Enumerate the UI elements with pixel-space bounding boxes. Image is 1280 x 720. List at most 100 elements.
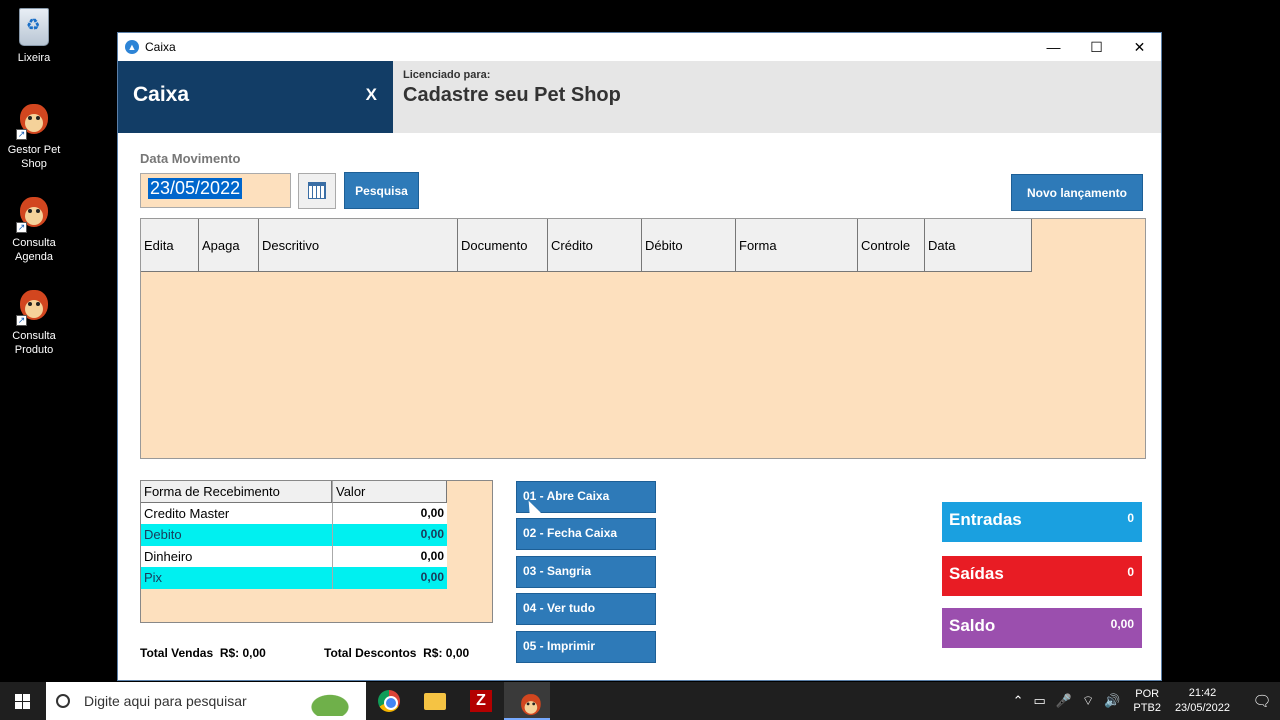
desktop-icon-label: Lixeira xyxy=(17,52,51,64)
taskbar-filezilla[interactable]: Z xyxy=(458,682,504,720)
caixa-window: ▲ Caixa — ☐ ✕ Caixa X Licenciado para: C… xyxy=(117,32,1162,681)
desktop-icon-lixeira[interactable]: Lixeira xyxy=(4,8,64,65)
column-header-descritivo[interactable]: Descritivo xyxy=(259,219,458,272)
total-vendas-value: R$: 0,00 xyxy=(219,646,266,660)
desktop-icon-gestor-pet-shop[interactable]: ↗ Gestor Pet Shop xyxy=(4,100,64,171)
print-button[interactable]: 05 - Imprimir xyxy=(516,631,656,663)
search-highlight-image xyxy=(298,686,362,716)
column-header-valor[interactable]: Valor xyxy=(332,481,447,503)
saidas-card: Saídas 0 xyxy=(942,556,1142,596)
desktop-icon-label: Consulta Agenda xyxy=(12,237,56,263)
desktop-icon-label: Gestor Pet Shop xyxy=(7,144,61,170)
desktop-icon-consulta-produto[interactable]: ↗ Consulta Produto xyxy=(4,286,64,357)
taskbar-file-explorer[interactable] xyxy=(412,682,458,720)
column-header-forma-recebimento[interactable]: Forma de Recebimento xyxy=(141,481,332,503)
calendar-button[interactable] xyxy=(298,173,336,209)
receipt-value: 0,00 xyxy=(332,502,447,525)
pet-shop-app-icon xyxy=(518,691,541,716)
saidas-value: 0 xyxy=(1127,565,1134,579)
column-header-credito[interactable]: Crédito xyxy=(548,219,642,272)
movements-grid[interactable]: Edita Apaga Descritivo Documento Crédito… xyxy=(140,218,1146,459)
windows-logo-icon xyxy=(15,694,30,709)
start-button[interactable] xyxy=(0,682,46,720)
receipt-method: Dinheiro xyxy=(144,548,193,564)
system-tray: ⌃ ▭ 🎤 ⌔ 🔊 POR PTB2 21:42 23/05/2022 🗨 xyxy=(1008,686,1280,716)
view-all-button[interactable]: 04 - Ver tudo xyxy=(516,593,656,625)
receipt-method: Debito xyxy=(144,527,182,543)
receipt-value: 0,00 xyxy=(332,545,447,568)
window-title: Caixa xyxy=(145,40,176,54)
column-header-controle[interactable]: Controle xyxy=(858,219,925,272)
column-header-documento[interactable]: Documento xyxy=(458,219,548,272)
table-row[interactable]: Credito Master 0,00 xyxy=(141,502,447,525)
column-header-edita[interactable]: Edita xyxy=(141,219,199,272)
saidas-label: Saídas xyxy=(949,564,1004,583)
receipts-panel: Forma de Recebimento Valor Credito Maste… xyxy=(140,480,493,623)
total-descontos: Total Descontos R$: 0,00 xyxy=(324,646,469,660)
minimize-button[interactable]: — xyxy=(1032,33,1075,61)
total-descontos-value: R$: 0,00 xyxy=(423,646,470,660)
desktop-icon-label: Consulta Produto xyxy=(12,330,56,356)
battery-icon[interactable]: ▭ xyxy=(1034,693,1046,709)
total-vendas: Total Vendas R$: 0,00 xyxy=(140,646,266,660)
notifications-icon[interactable]: 🗨 xyxy=(1244,692,1280,710)
calendar-icon xyxy=(308,182,326,199)
pet-shop-app-icon: ↗ xyxy=(16,100,52,140)
license-name: Cadastre seu Pet Shop xyxy=(403,84,621,106)
microphone-icon[interactable]: 🎤 xyxy=(1056,693,1072,709)
window-titlebar[interactable]: ▲ Caixa — ☐ ✕ xyxy=(118,33,1161,61)
clock-time: 21:42 xyxy=(1188,687,1217,699)
license-panel: Licenciado para: Cadastre seu Pet Shop xyxy=(393,61,1161,133)
close-form-button[interactable]: X xyxy=(366,85,377,105)
chrome-icon xyxy=(378,690,400,712)
entradas-label: Entradas xyxy=(949,510,1022,529)
table-row[interactable]: Pix 0,00 xyxy=(141,567,447,589)
saldo-card: Saldo 0,00 xyxy=(942,608,1142,648)
saldo-value: 0,00 xyxy=(1110,617,1134,631)
total-descontos-label: Total Descontos xyxy=(324,646,417,660)
close-window-button[interactable]: ✕ xyxy=(1118,33,1161,61)
receipt-method: Credito Master xyxy=(144,505,230,521)
entradas-card: Entradas 0 xyxy=(942,502,1142,542)
column-header-debito[interactable]: Débito xyxy=(642,219,736,272)
close-cash-button[interactable]: 02 - Fecha Caixa xyxy=(516,518,656,550)
taskbar-chrome[interactable] xyxy=(366,682,412,720)
clock[interactable]: 21:42 23/05/2022 xyxy=(1175,686,1230,716)
clock-date: 23/05/2022 xyxy=(1174,702,1230,714)
search-placeholder: Digite aqui para pesquisar xyxy=(84,693,247,709)
desktop-icon-consulta-agenda[interactable]: ↗ Consulta Agenda xyxy=(4,193,64,264)
filezilla-icon: Z xyxy=(470,690,492,712)
maximize-button[interactable]: ☐ xyxy=(1075,33,1118,61)
taskbar-search[interactable]: Digite aqui para pesquisar xyxy=(46,682,366,720)
column-header-data[interactable]: Data xyxy=(925,219,1032,272)
language-indicator[interactable]: POR PTB2 xyxy=(1133,687,1161,715)
search-button[interactable]: Pesquisa xyxy=(344,172,419,209)
taskbar-pet-shop[interactable] xyxy=(504,682,550,720)
receipt-method: Pix xyxy=(144,570,163,586)
language-line1: POR xyxy=(1135,688,1160,700)
app-icon: ▲ xyxy=(125,40,139,54)
date-value: 23/05/2022 xyxy=(148,178,243,199)
pet-shop-app-icon: ↗ xyxy=(16,193,52,233)
folder-icon xyxy=(424,693,446,710)
receipts-table[interactable]: Forma de Recebimento Valor Credito Maste… xyxy=(141,481,447,589)
grid-header: Edita Apaga Descritivo Documento Crédito… xyxy=(141,219,1145,272)
column-header-apaga[interactable]: Apaga xyxy=(199,219,259,272)
app-header: Caixa X Licenciado para: Cadastre seu Pe… xyxy=(118,61,1161,133)
network-icon[interactable]: ⌔ xyxy=(1082,693,1094,709)
receipt-value: 0,00 xyxy=(332,524,447,546)
page-title: Caixa xyxy=(133,83,190,106)
sangria-button[interactable]: 03 - Sangria xyxy=(516,556,656,588)
table-row[interactable]: Dinheiro 0,00 xyxy=(141,545,447,568)
receipts-header: Forma de Recebimento Valor xyxy=(141,481,447,503)
chevron-up-icon[interactable]: ⌃ xyxy=(1013,693,1024,709)
total-vendas-label: Total Vendas xyxy=(140,646,214,660)
date-input[interactable]: 23/05/2022 xyxy=(140,173,291,208)
receipt-value: 0,00 xyxy=(332,567,447,589)
table-row[interactable]: Debito 0,00 xyxy=(141,524,447,546)
speaker-icon[interactable]: 🔊 xyxy=(1104,693,1120,709)
language-line2: PTB2 xyxy=(1133,702,1161,714)
new-entry-button[interactable]: Novo lançamento xyxy=(1011,174,1143,211)
license-label: Licenciado para: xyxy=(403,69,491,81)
column-header-forma[interactable]: Forma xyxy=(736,219,858,272)
